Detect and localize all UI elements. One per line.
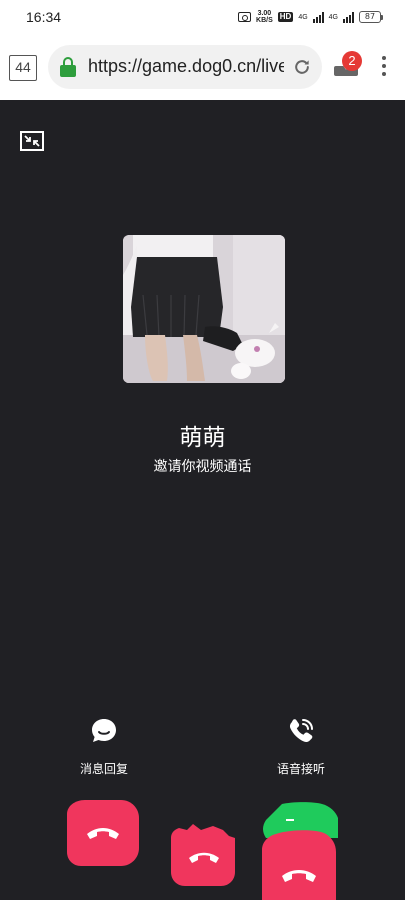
- signal-2-icon: [343, 11, 354, 23]
- reload-icon[interactable]: [292, 57, 312, 77]
- status-bar: 16:34 3.00 KB/S HD 4G 4G 87: [0, 0, 405, 36]
- signal-2-label: 4G: [328, 13, 338, 21]
- voice-answer-button[interactable]: 语音接听: [256, 716, 346, 777]
- caller-avatar: [123, 235, 285, 383]
- battery-level: 87: [359, 11, 381, 23]
- video-call-screen: 萌萌 邀请你视频通话 消息回复 语音接听: [0, 100, 405, 900]
- overflow-menu-icon[interactable]: [380, 56, 388, 80]
- decline-call-button[interactable]: [67, 800, 139, 866]
- status-time: 16:34: [26, 9, 62, 25]
- decline-call-button-2[interactable]: [171, 822, 237, 886]
- message-reply-button[interactable]: 消息回复: [59, 716, 149, 777]
- address-bar[interactable]: https://game.dog0.cn/live: [48, 45, 322, 89]
- status-icons: 3.00 KB/S HD 4G 4G 87: [238, 10, 383, 24]
- download-count-badge: 2: [342, 51, 362, 71]
- battery-icon: 87: [359, 11, 383, 23]
- chat-bubble-icon: [92, 719, 116, 742]
- message-reply-label: 消息回复: [79, 762, 128, 776]
- voice-answer-label: 语音接听: [276, 762, 325, 776]
- signal-1-label: 4G: [298, 13, 308, 21]
- phone-ringing-icon: [289, 719, 313, 743]
- hd-icon: HD: [277, 12, 294, 22]
- camera-icon: [238, 12, 252, 22]
- lock-icon: [60, 57, 76, 77]
- call-invite-text: 邀请你视频通话: [153, 459, 252, 475]
- caller-name: 萌萌: [179, 425, 226, 451]
- tab-switcher-button[interactable]: 44: [9, 55, 37, 81]
- shrink-window-icon[interactable]: [20, 131, 44, 151]
- browser-toolbar: 44 https://game.dog0.cn/live 2: [0, 36, 405, 100]
- network-speed: 3.00 KB/S: [256, 10, 273, 24]
- signal-1-icon: [312, 11, 324, 23]
- decline-call-button-3[interactable]: [262, 830, 336, 900]
- url-text[interactable]: https://game.dog0.cn/live: [88, 56, 284, 77]
